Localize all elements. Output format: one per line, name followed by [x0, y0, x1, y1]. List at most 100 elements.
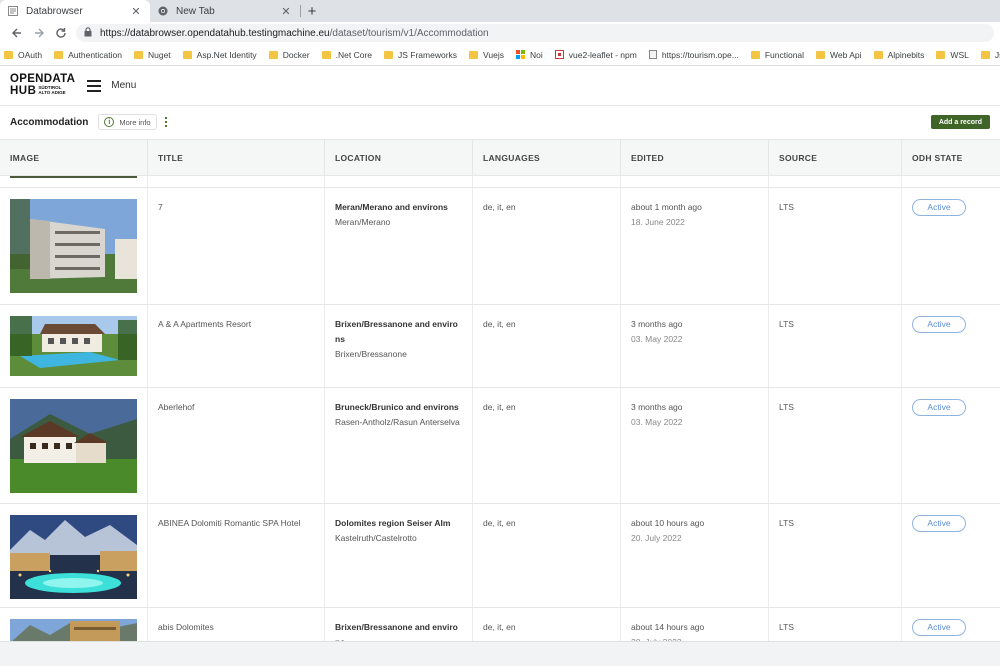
more-info-button[interactable]: i More info: [98, 114, 157, 130]
records-table: IMAGE TITLE LOCATION LANGUAGES EDITED SO…: [0, 139, 1000, 641]
record-title[interactable]: A & A Apartments Resort: [158, 319, 251, 329]
arrow-left-icon: [12, 28, 21, 38]
source-value: LTS: [779, 518, 794, 528]
col-header-title[interactable]: TITLE: [148, 140, 325, 175]
status-badge: Active: [912, 316, 966, 333]
bookmark-label: Nuget: [147, 49, 171, 60]
table-cell-odh-state: Active: [902, 388, 1000, 503]
col-header-edited[interactable]: EDITED: [621, 140, 769, 175]
table-cell-edited: 3 months ago 03. May 2022: [621, 305, 769, 387]
accommodation-thumbnail[interactable]: [10, 399, 137, 493]
record-title[interactable]: Aberlehof: [158, 402, 194, 412]
table-cell-image: [0, 388, 148, 503]
edited-date: 03. May 2022: [631, 334, 683, 344]
tab-title: New Tab: [176, 5, 215, 17]
table-cell: [902, 176, 1000, 188]
folder-icon: [384, 50, 393, 59]
bookmark-item[interactable]: Vuejs: [469, 50, 504, 60]
record-title[interactable]: 7: [158, 202, 163, 212]
table-cell-title: ABINEA Dolomiti Romantic SPA Hotel: [148, 504, 325, 607]
bookmark-item[interactable]: Web Api: [816, 50, 862, 60]
bookmark-item[interactable]: Nuget: [133, 49, 171, 60]
tab-databrowser[interactable]: Databrowser ✕: [0, 0, 150, 22]
status-badge: Active: [912, 619, 966, 636]
bookmark-item[interactable]: WSL: [936, 49, 969, 60]
table-cell-odh-state: Active: [902, 504, 1000, 607]
table-cell: [148, 176, 325, 188]
languages-value: de, it, en: [483, 622, 516, 632]
forward-button[interactable]: [28, 23, 50, 43]
bookmark-item[interactable]: https://tourism.ope...: [648, 50, 739, 60]
bookmark-item[interactable]: Docker: [268, 50, 310, 60]
location-municipality: Meran/Merano: [335, 217, 391, 227]
table-cell-source: LTS: [769, 388, 902, 503]
address-bar[interactable]: https://databrowser.opendatahub.testingm…: [76, 24, 994, 42]
accommodation-thumbnail[interactable]: [10, 619, 137, 641]
table-row[interactable]: Aberlehof Bruneck/Brunico and environs Ras…: [0, 388, 1000, 504]
bookmark-item[interactable]: OAuth: [4, 50, 42, 60]
accommodation-thumbnail[interactable]: [10, 515, 137, 599]
table-cell-location: Bruneck/Brunico and environs Rasen-Anthol…: [325, 388, 473, 503]
new-tab-button[interactable]: +: [301, 0, 323, 22]
folder-icon: [873, 50, 883, 59]
bookmark-item[interactable]: .Net Core: [321, 49, 372, 60]
col-header-odh-state[interactable]: ODH STATE: [902, 140, 1000, 175]
logo-line1: OPENDATA: [10, 73, 76, 85]
reload-button[interactable]: [50, 23, 72, 43]
col-header-image[interactable]: IMAGE: [0, 140, 148, 175]
table-cell-location: Meran/Merano and environs Meran/Merano: [325, 188, 473, 304]
bookmark-item[interactable]: Authentication: [54, 50, 122, 60]
thumbnail-edge: [10, 176, 137, 178]
back-button[interactable]: [6, 23, 28, 43]
kebab-menu-icon[interactable]: [164, 117, 167, 127]
folder-icon: [936, 50, 946, 59]
source-value: LTS: [779, 402, 794, 412]
table-cell-source: LTS: [769, 504, 902, 607]
bookmarks-bar: OAuth Authentication Nuget Asp.Net Identity…: [0, 44, 1000, 66]
close-tab-icon[interactable]: ✕: [130, 5, 142, 18]
info-icon: i: [104, 117, 115, 127]
table-row[interactable]: abis Dolomites Brixen/Bressanone and envi…: [0, 608, 1000, 641]
bookmark-item[interactable]: Json.Api: [980, 50, 1000, 60]
table-cell-edited: about 1 month ago 18. June 2022: [621, 188, 769, 304]
bookmark-label: .Net Core: [335, 49, 372, 60]
bookmark-item[interactable]: Functional: [750, 50, 804, 60]
location-region: Bruneck/Brunico and environs: [335, 402, 459, 412]
bookmark-item[interactable]: Alpinebits: [873, 49, 925, 60]
bookmark-label: Alpinebits: [887, 49, 925, 60]
hamburger-menu-icon[interactable]: [87, 79, 102, 92]
table-cell-languages: de, it, en: [473, 504, 621, 607]
table-row[interactable]: 7 Meran/Merano and environs Meran/Merano de…: [0, 188, 1000, 305]
bookmark-label: Authentication: [68, 49, 122, 60]
location-municipality: Brixen/Bressanone: [335, 349, 407, 359]
record-title[interactable]: ABINEA Dolomiti Romantic SPA Hotel: [158, 518, 301, 528]
opendatahub-logo[interactable]: OPENDATA HUB SÜDTIROL ALTO ADIGE: [10, 73, 76, 97]
folder-icon: [54, 50, 64, 59]
dataset-toolbar: Accommodation i More info Add a record: [0, 106, 1000, 138]
logo-sub: SÜDTIROL ALTO ADIGE: [38, 85, 65, 96]
bookmark-item[interactable]: Noi: [516, 50, 543, 60]
add-record-button[interactable]: Add a record: [930, 115, 990, 129]
record-title[interactable]: abis Dolomites: [158, 622, 214, 632]
table-cell-odh-state: Active: [902, 608, 1000, 641]
edited-date: 20. July 2022: [631, 533, 682, 543]
languages-value: de, it, en: [483, 402, 516, 412]
menu-label[interactable]: Menu: [111, 80, 136, 91]
tab-new-tab[interactable]: New Tab ✕: [150, 0, 300, 22]
bookmark-item[interactable]: JS Frameworks: [384, 50, 457, 60]
table-cell-edited: about 10 hours ago 20. July 2022: [621, 504, 769, 607]
col-header-location[interactable]: LOCATION: [325, 140, 473, 175]
close-tab-icon[interactable]: ✕: [280, 5, 292, 18]
bookmark-label: WSL: [950, 49, 969, 60]
table-cell-title: A & A Apartments Resort: [148, 305, 325, 387]
bookmark-item[interactable]: Asp.Net Identity: [182, 50, 257, 60]
accommodation-thumbnail[interactable]: [10, 316, 137, 376]
languages-value: de, it, en: [483, 319, 516, 329]
edited-relative: 3 months ago: [631, 319, 683, 329]
col-header-languages[interactable]: LANGUAGES: [473, 140, 621, 175]
col-header-source[interactable]: SOURCE: [769, 140, 902, 175]
accommodation-thumbnail[interactable]: [10, 199, 137, 293]
bookmark-item[interactable]: vue2-leaflet - npm: [554, 50, 637, 60]
table-row[interactable]: A & A Apartments Resort Brixen/Bressanone…: [0, 305, 1000, 388]
table-row[interactable]: ABINEA Dolomiti Romantic SPA Hotel Dolomi…: [0, 504, 1000, 608]
